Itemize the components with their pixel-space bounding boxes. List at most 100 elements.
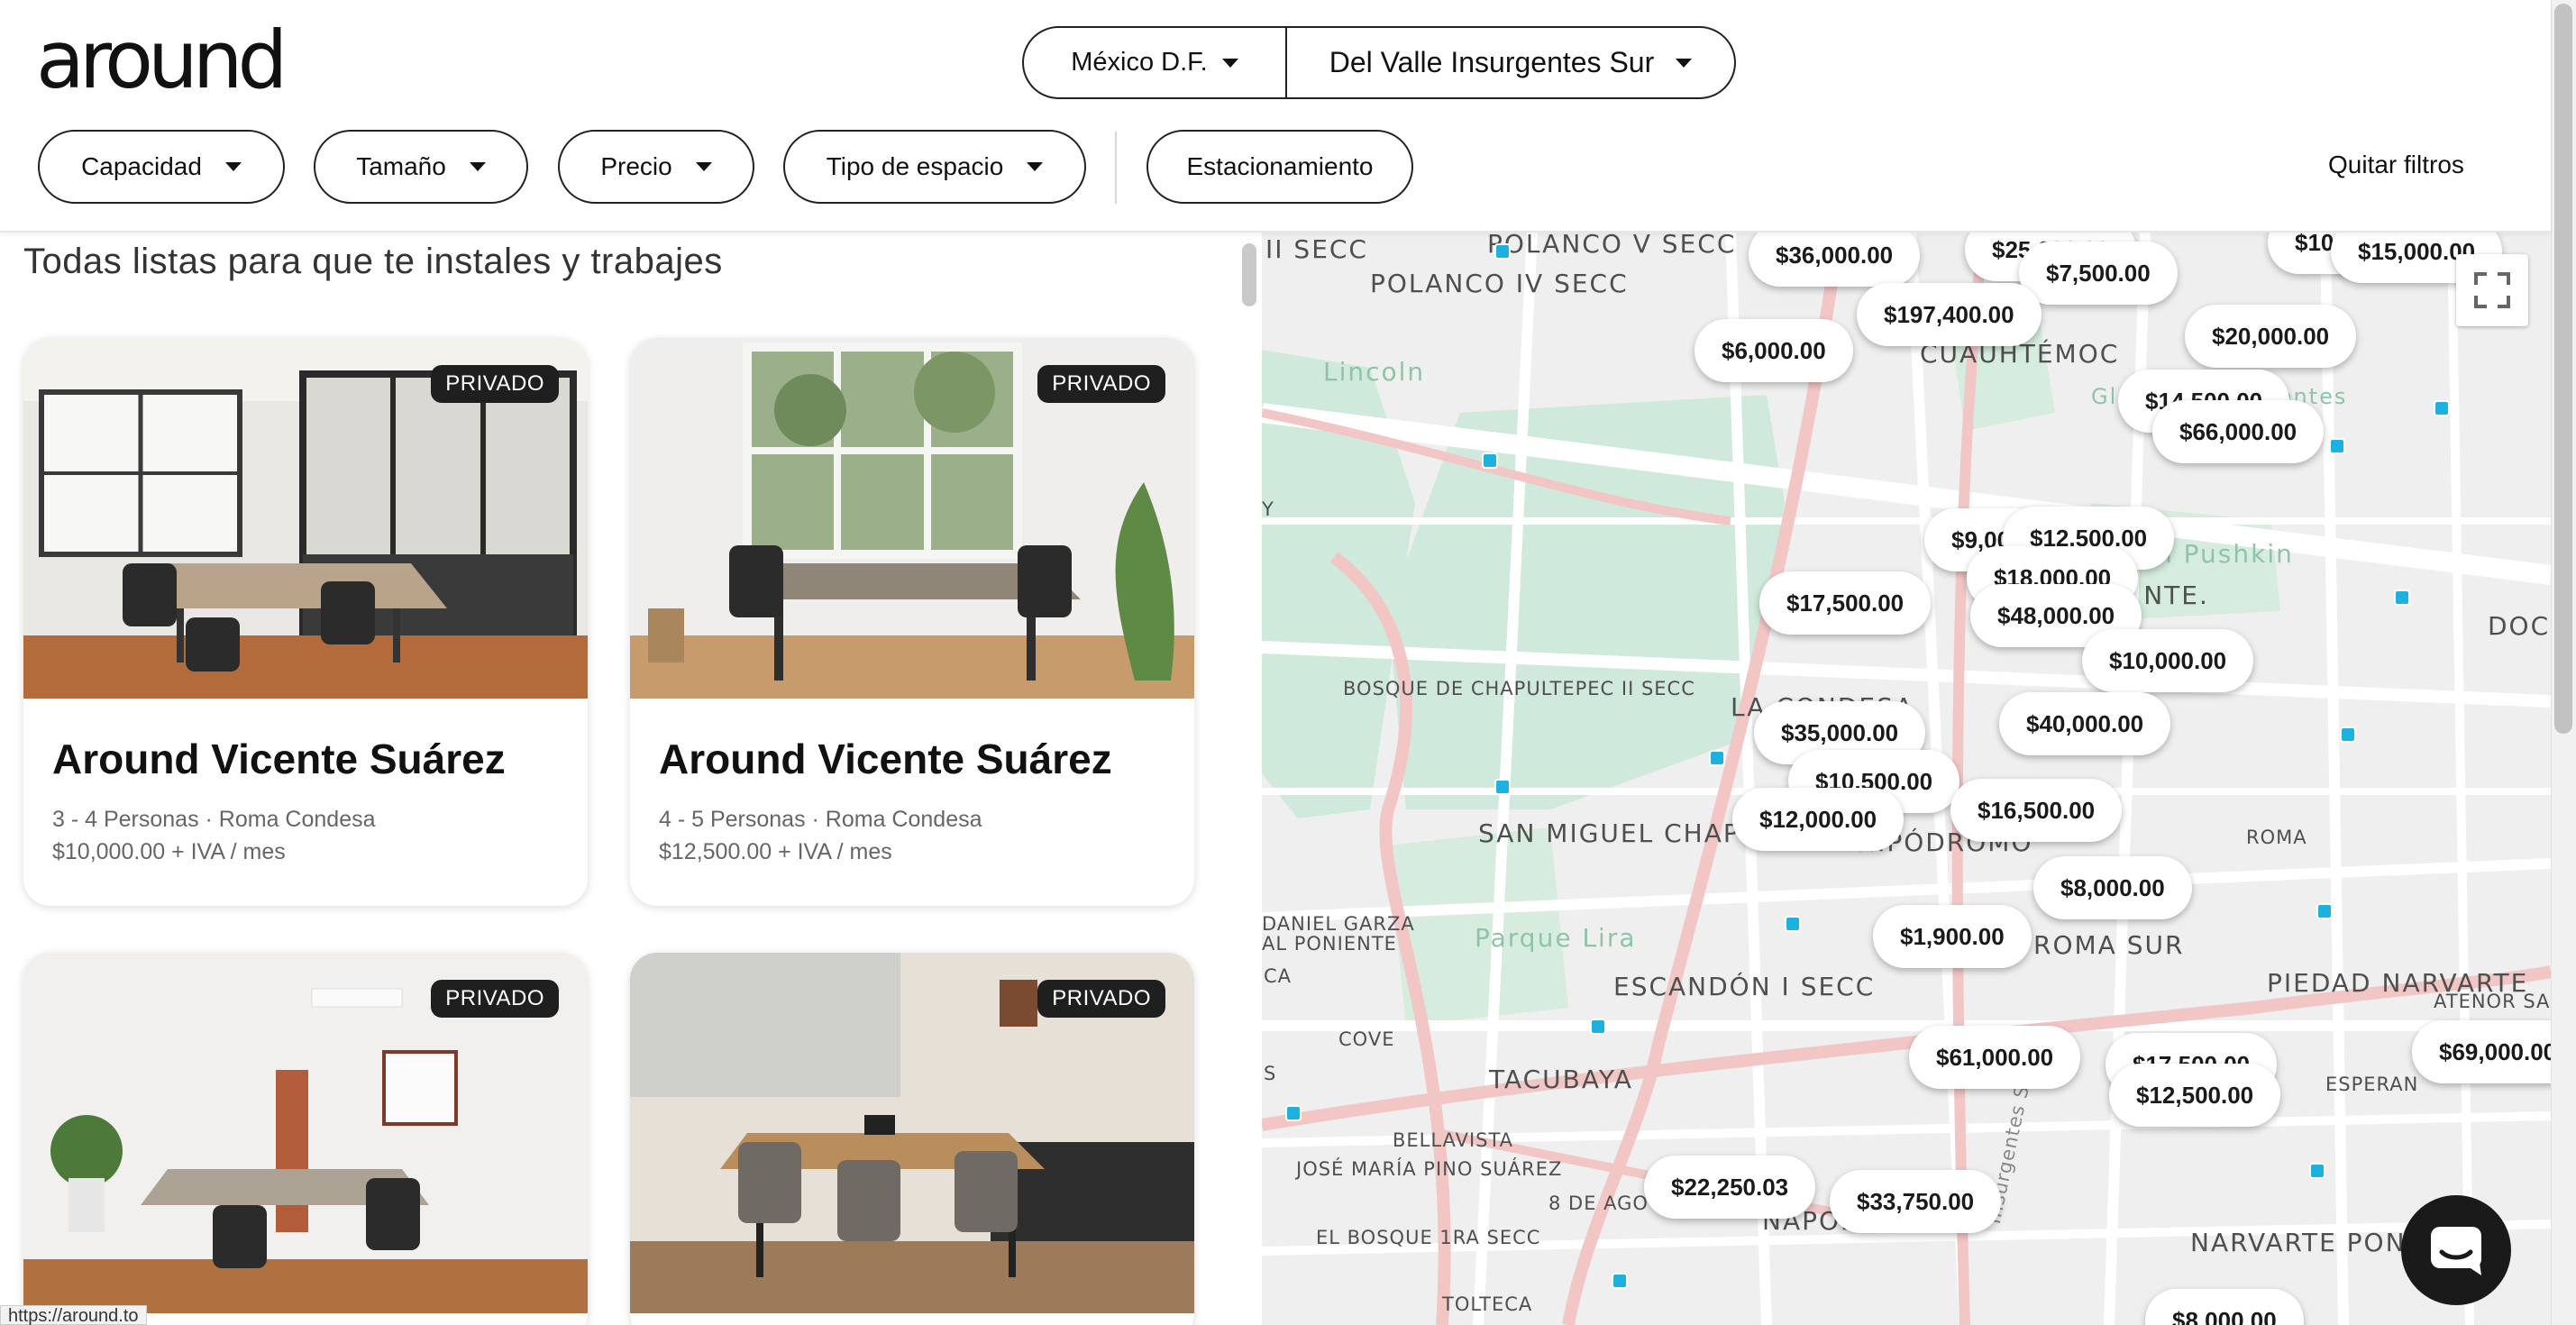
- map-label: S: [1264, 1063, 1277, 1084]
- map-label: CA: [1264, 965, 1293, 987]
- map-label: JOSÉ MARÍA PINO SUÁREZ: [1296, 1158, 1563, 1180]
- metro-station-icon: [1494, 779, 1511, 795]
- caret-down-icon: [695, 162, 712, 171]
- map-label: Parque Lira: [1475, 923, 1637, 953]
- metro-station-icon: [1785, 916, 1801, 932]
- list-scrollbar[interactable]: [1242, 243, 1256, 306]
- map-label: BOSQUE DE CHAPULTEPEC II SECC: [1343, 678, 1695, 699]
- metro-station-icon: [1612, 1273, 1628, 1289]
- fullscreen-icon: [2474, 272, 2510, 308]
- fullscreen-button[interactable]: [2456, 254, 2528, 326]
- price-pin[interactable]: $7,500.00: [2019, 242, 2178, 305]
- listing-subtitle: 3 - 4 Personas · Roma Condesa: [52, 807, 376, 832]
- privado-badge: PRIVADO: [1037, 365, 1165, 403]
- price-pin[interactable]: $61,000.00: [1909, 1026, 2081, 1089]
- location-selector: México D.F. Del Valle Insurgentes Sur: [1022, 26, 1736, 99]
- caret-down-icon: [469, 162, 486, 171]
- filter-precio[interactable]: Precio: [558, 130, 754, 204]
- map-label: II SECC: [1265, 234, 1368, 264]
- price-pin[interactable]: $36,000.00: [1749, 233, 1921, 287]
- map-view[interactable]: II SECC POLANCO V SECC POLANCO IV SECC C…: [1262, 233, 2551, 1325]
- clear-filters-link[interactable]: Quitar filtros: [2328, 151, 2464, 179]
- metro-station-icon: [1709, 750, 1725, 766]
- map-label: Lincoln: [1323, 357, 1426, 387]
- metro-station-icon: [2434, 400, 2450, 416]
- map-label: EL BOSQUE 1RA SECC: [1316, 1227, 1541, 1248]
- price-pin[interactable]: $17,500.00: [1759, 571, 1932, 635]
- map-label: DANIEL GARZA: [1262, 913, 1415, 935]
- listing-price: $10,000.00 + IVA / mes: [52, 839, 286, 864]
- area-dropdown[interactable]: Del Valle Insurgentes Sur: [1287, 28, 1734, 97]
- city-dropdown[interactable]: México D.F.: [1024, 28, 1287, 97]
- page-scrollbar-thumb[interactable]: [2554, 4, 2572, 734]
- price-pin[interactable]: $6,000.00: [1694, 319, 1853, 382]
- price-pin[interactable]: $12,000.00: [1732, 788, 1905, 851]
- metro-station-icon: [2309, 1163, 2325, 1179]
- caret-down-icon: [1676, 58, 1693, 68]
- map-label: POLANCO IV SECC: [1370, 269, 1629, 298]
- filter-tamano[interactable]: Tamaño: [314, 130, 528, 204]
- area-label: Del Valle Insurgentes Sur: [1329, 46, 1655, 78]
- caret-down-icon: [1027, 162, 1044, 171]
- price-pin[interactable]: $66,000.00: [2152, 400, 2325, 463]
- listing-card[interactable]: PRIVADO: [23, 953, 588, 1325]
- filter-tipo-espacio[interactable]: Tipo de espacio: [783, 130, 1086, 204]
- price-pin[interactable]: $16,500.00: [1950, 779, 2123, 842]
- price-pin[interactable]: $1,900.00: [1873, 905, 2032, 968]
- price-pin[interactable]: $12,500.00: [2109, 1064, 2281, 1127]
- map-label: COVE: [1338, 1028, 1395, 1050]
- price-pin[interactable]: $40,000.00: [1999, 692, 2171, 755]
- status-bar-url: https://around.to: [0, 1305, 147, 1325]
- metro-station-icon: [2316, 903, 2333, 919]
- section-title: Todas listas para que te instales y trab…: [23, 242, 723, 281]
- map-label: 8 DE AGO: [1548, 1192, 1649, 1214]
- filter-label: Precio: [600, 152, 672, 180]
- map-label: TACUBAYA: [1489, 1065, 1633, 1094]
- listing-subtitle: 4 - 5 Personas · Roma Condesa: [659, 807, 982, 832]
- listing-title: Around Vicente Suárez: [52, 736, 506, 782]
- filter-capacidad[interactable]: Capacidad: [38, 130, 285, 204]
- price-pin[interactable]: $69,000.00: [2412, 1020, 2551, 1083]
- caret-down-icon: [1221, 58, 1238, 68]
- privado-badge: PRIVADO: [431, 980, 559, 1018]
- price-pin[interactable]: $22,250.03: [1644, 1156, 1816, 1219]
- listing-card[interactable]: PRIVADO: [630, 953, 1194, 1325]
- metro-station-icon: [2329, 438, 2345, 454]
- map-label: BELLAVISTA: [1393, 1129, 1514, 1151]
- privado-badge: PRIVADO: [1037, 980, 1165, 1018]
- privado-badge: PRIVADO: [431, 365, 559, 403]
- filter-estacionamiento[interactable]: Estacionamiento: [1146, 130, 1413, 204]
- map-label: POLANCO V SECC: [1487, 233, 1737, 259]
- price-pin[interactable]: $8,000.00: [2033, 856, 2192, 919]
- listing-card[interactable]: PRIVADO Around Vicente Suárez 4 - 5 Pers…: [630, 338, 1194, 906]
- price-pin[interactable]: $20,000.00: [2185, 305, 2357, 368]
- map-label: Y: [1262, 498, 1274, 520]
- chat-icon: [2431, 1227, 2481, 1275]
- map-label: TOLTECA: [1442, 1293, 1533, 1315]
- around-logo[interactable]: around: [36, 13, 288, 108]
- price-pin[interactable]: $10,000.00: [2082, 629, 2254, 692]
- metro-station-icon: [1482, 452, 1498, 469]
- map-label: ATENOR SA: [2434, 991, 2551, 1012]
- map-label: ESPERAN: [2325, 1074, 2419, 1095]
- filter-divider: [1115, 132, 1117, 204]
- filter-label: Capacidad: [81, 152, 202, 180]
- metro-station-icon: [2394, 589, 2410, 606]
- map-label: ROMA SUR: [2033, 930, 2185, 960]
- metro-station-icon: [2340, 726, 2356, 743]
- chat-button[interactable]: [2401, 1195, 2511, 1305]
- listing-card[interactable]: PRIVADO Around Vicente Suárez 3 - 4 Pers…: [23, 338, 588, 906]
- price-pin[interactable]: $33,750.00: [1830, 1170, 2002, 1233]
- price-pin[interactable]: $8,000.00: [2145, 1289, 2304, 1325]
- filter-label: Estacionamiento: [1186, 152, 1374, 180]
- filter-label: Tipo de espacio: [826, 152, 1004, 180]
- metro-station-icon: [1285, 1105, 1302, 1121]
- price-pin[interactable]: $197,400.00: [1857, 283, 2042, 346]
- city-label: México D.F.: [1071, 48, 1208, 77]
- top-header: around México D.F. Del Valle Insurgentes…: [0, 0, 2551, 233]
- map-label: AL PONIENTE: [1262, 933, 1397, 955]
- metro-station-icon: [1590, 1019, 1606, 1035]
- listing-price: $12,500.00 + IVA / mes: [659, 839, 892, 864]
- listing-title: Around Vicente Suárez: [659, 736, 1112, 782]
- map-label: ROMA: [2246, 827, 2307, 848]
